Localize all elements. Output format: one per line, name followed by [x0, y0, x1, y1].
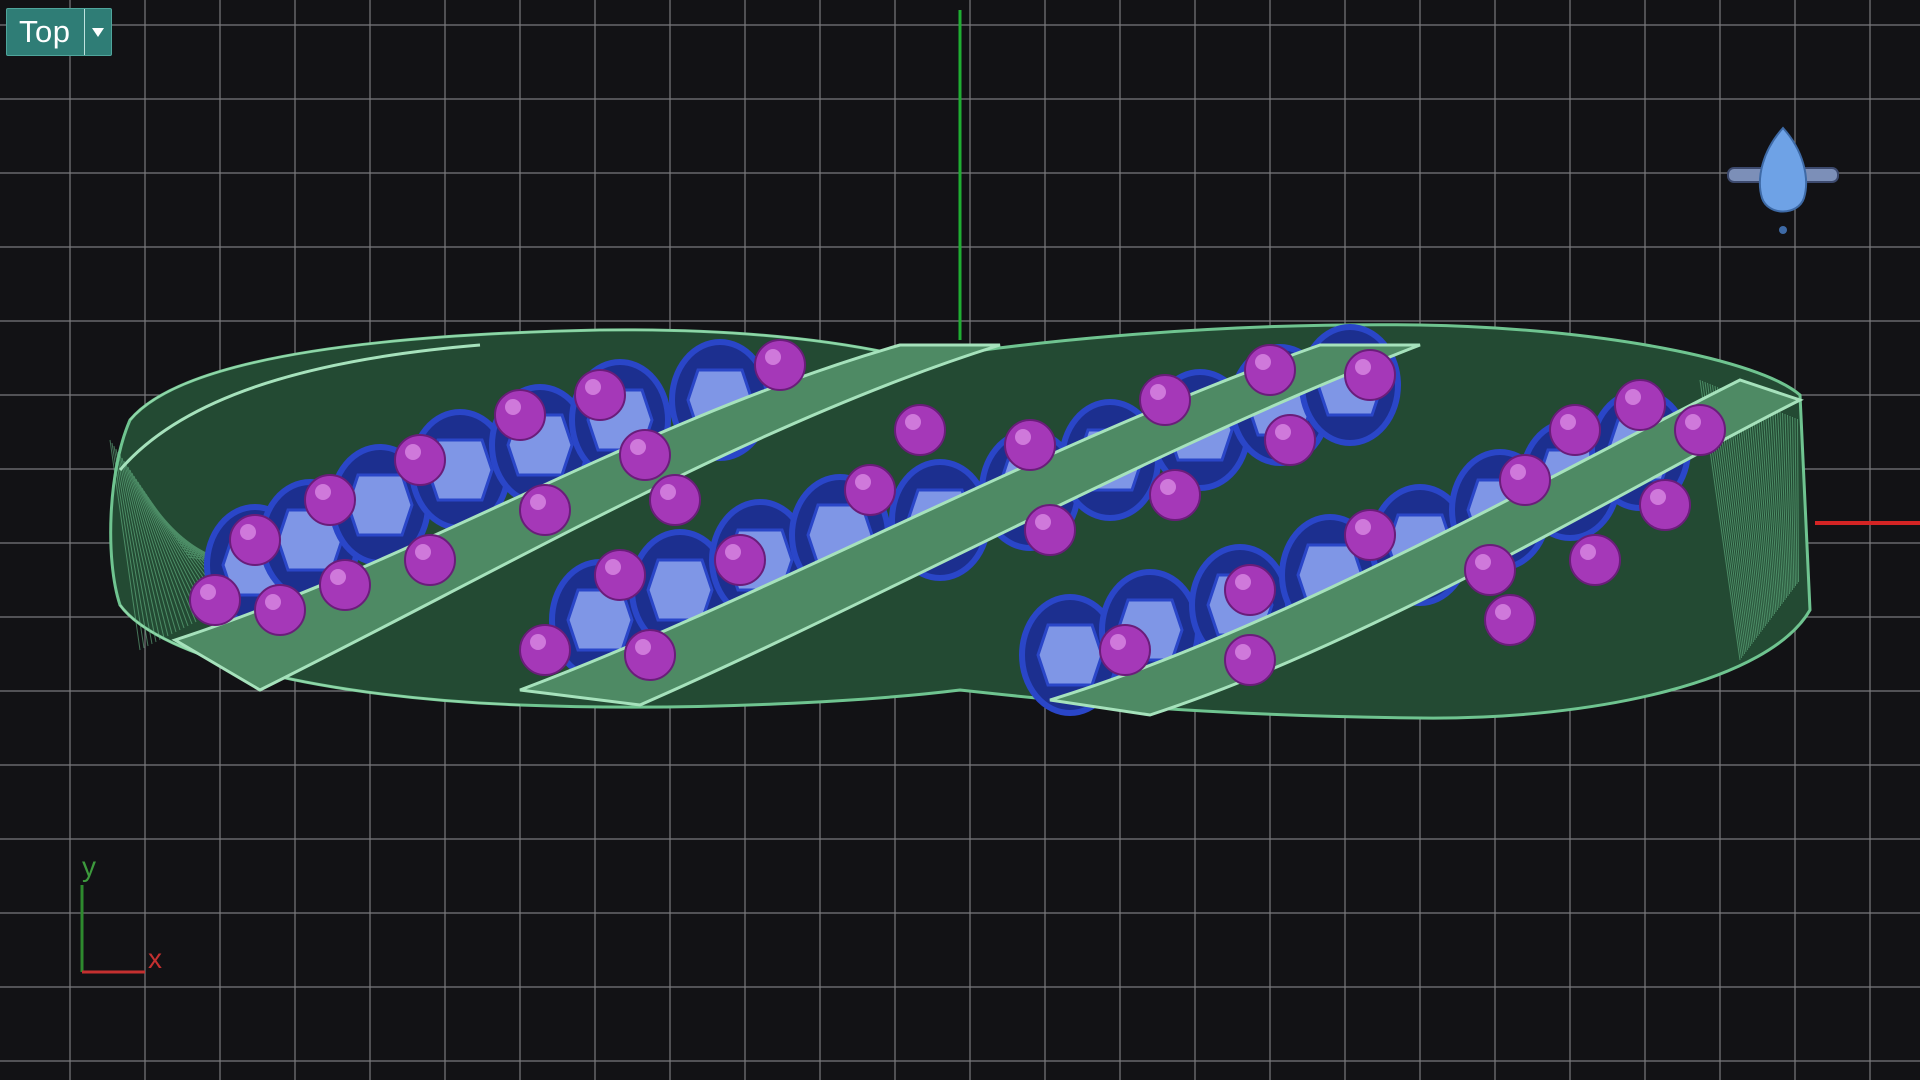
accent-stone[interactable]	[229, 514, 281, 566]
accent-stone[interactable]	[754, 339, 806, 391]
accent-stone[interactable]	[1464, 544, 1516, 596]
accent-stone[interactable]	[1614, 379, 1666, 431]
accent-stone[interactable]	[574, 369, 626, 421]
axis-x-label: x	[148, 943, 162, 974]
axis-y-label: y	[82, 851, 96, 882]
accent-stone[interactable]	[594, 549, 646, 601]
accent-stone[interactable]	[714, 534, 766, 586]
accent-stone[interactable]	[649, 474, 701, 526]
accent-stone[interactable]	[1224, 564, 1276, 616]
accent-stone[interactable]	[1639, 479, 1691, 531]
accent-stone[interactable]	[894, 404, 946, 456]
chevron-down-icon[interactable]	[84, 9, 111, 55]
accent-stone[interactable]	[319, 559, 371, 611]
accent-stone[interactable]	[394, 434, 446, 486]
accent-stone[interactable]	[1549, 404, 1601, 456]
accent-stone[interactable]	[1484, 594, 1536, 646]
accent-stone[interactable]	[519, 484, 571, 536]
accent-stone[interactable]	[844, 464, 896, 516]
top-viewport[interactable]: Top y x	[0, 0, 1920, 1080]
accent-stone[interactable]	[254, 584, 306, 636]
accent-stone[interactable]	[1099, 624, 1151, 676]
accent-stone[interactable]	[1139, 374, 1191, 426]
accent-stone[interactable]	[189, 574, 241, 626]
accent-stone[interactable]	[1024, 504, 1076, 556]
view-label[interactable]: Top	[7, 14, 84, 50]
accent-stone[interactable]	[1224, 634, 1276, 686]
accent-stone[interactable]	[1004, 419, 1056, 471]
accent-stone[interactable]	[404, 534, 456, 586]
accent-stone[interactable]	[619, 429, 671, 481]
accent-stone[interactable]	[494, 389, 546, 441]
accent-stone[interactable]	[1499, 454, 1551, 506]
accent-stone[interactable]	[304, 474, 356, 526]
accent-stone[interactable]	[1149, 469, 1201, 521]
accent-stone[interactable]	[624, 629, 676, 681]
accent-stone[interactable]	[1674, 404, 1726, 456]
accent-stone[interactable]	[1344, 349, 1396, 401]
accent-stone[interactable]	[519, 624, 571, 676]
accent-stone[interactable]	[1344, 509, 1396, 561]
construction-grid	[0, 0, 1920, 1080]
accent-stone[interactable]	[1264, 414, 1316, 466]
view-tab[interactable]: Top	[6, 8, 113, 56]
accent-stone[interactable]	[1569, 534, 1621, 586]
accent-stone[interactable]	[1244, 344, 1296, 396]
pear-ring-preview-icon	[1727, 126, 1839, 234]
